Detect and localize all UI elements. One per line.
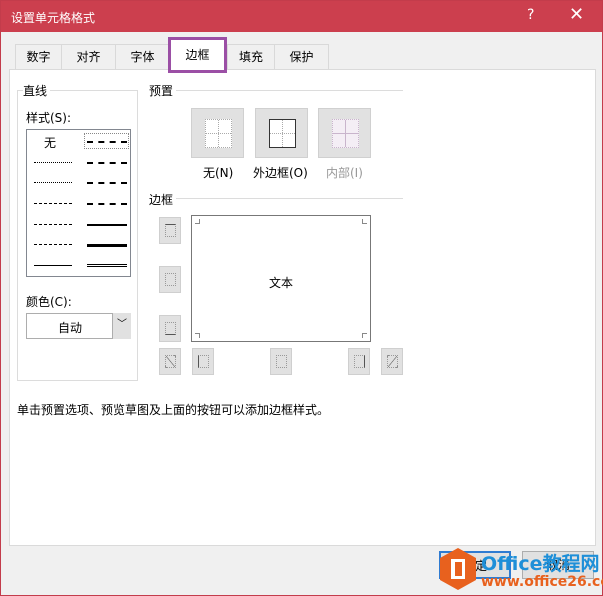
preset-outline-button[interactable] [255, 108, 308, 158]
inside-border-icon [332, 119, 359, 148]
office-logo-watermark [440, 548, 476, 590]
line-style-list[interactable]: 无 [26, 129, 131, 277]
top-border-button[interactable] [159, 217, 181, 244]
tab-fill[interactable]: 填充 [227, 44, 275, 70]
preset-inside-button[interactable] [318, 108, 371, 158]
color-dropdown[interactable]: 自动 ﹀ [26, 313, 131, 339]
preview-text: 文本 [269, 276, 294, 290]
watermark-brand: Office教程网 [481, 553, 600, 575]
tab-number[interactable]: 数字 [15, 44, 62, 70]
right-border-button[interactable] [348, 348, 370, 375]
border-label: 边框 [149, 191, 177, 208]
preset-none-label: 无(N) [203, 166, 234, 180]
middle-horizontal-border-button[interactable] [159, 266, 181, 293]
diagonal-up-border-button[interactable] [159, 348, 181, 375]
bottom-border-button[interactable] [159, 315, 181, 342]
left-border-button[interactable] [192, 348, 214, 375]
tab-font[interactable]: 字体 [115, 44, 170, 70]
border-preview[interactable]: 文本 [191, 215, 371, 342]
title-bar: 设置单元格格式 ? ✕ [1, 1, 602, 32]
dialog-title: 设置单元格格式 [11, 11, 96, 25]
no-border-icon [205, 119, 232, 148]
preset-outline-label: 外边框(O) [253, 166, 308, 180]
color-value: 自动 [58, 321, 83, 335]
style-none[interactable]: 无 [44, 134, 56, 151]
color-label: 颜色(C): [26, 295, 72, 309]
line-group-label: 直线 [23, 82, 51, 99]
outline-border-icon [269, 119, 296, 148]
watermark-url: www.office26.com [481, 574, 603, 590]
tab-protection[interactable]: 保护 [274, 44, 329, 70]
tab-border[interactable]: 边框 [168, 37, 227, 73]
close-button[interactable]: ✕ [569, 4, 584, 25]
preset-inside-label: 内部(I) [326, 166, 363, 180]
help-button[interactable]: ? [527, 7, 534, 23]
diagonal-down-border-button[interactable] [381, 348, 403, 375]
style-label: 样式(S): [26, 111, 72, 125]
middle-vertical-border-button[interactable] [270, 348, 292, 375]
preset-label: 预置 [149, 82, 177, 99]
preset-none-button[interactable] [191, 108, 244, 158]
chevron-down-icon[interactable]: ﹀ [112, 313, 131, 339]
tab-alignment[interactable]: 对齐 [61, 44, 116, 70]
hint-text: 单击预置选项、预览草图及上面的按钮可以添加边框样式。 [17, 403, 330, 417]
